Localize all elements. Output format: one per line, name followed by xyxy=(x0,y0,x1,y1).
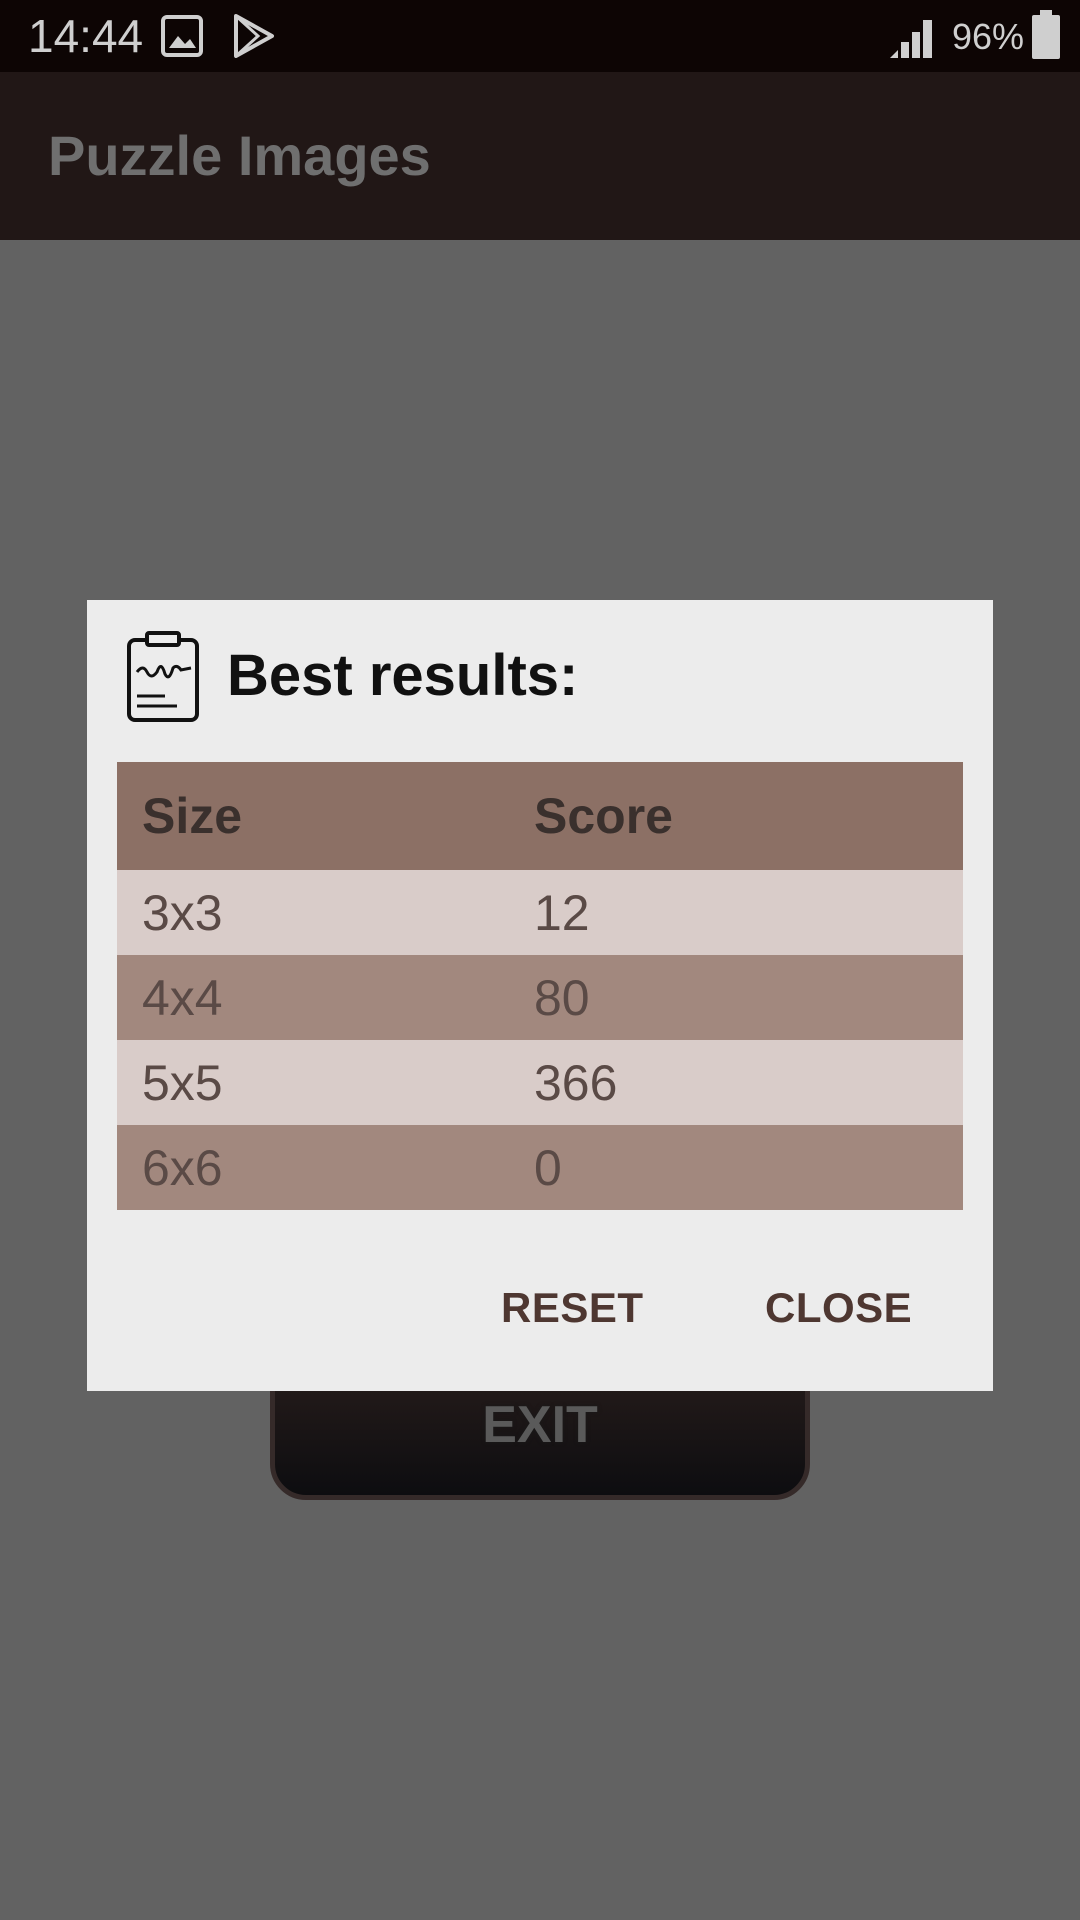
status-bar: 14:44 96% xyxy=(0,0,1080,72)
size-cell: 6x6 xyxy=(142,1139,223,1196)
table-row: 6x6 0 xyxy=(117,1125,963,1210)
image-icon xyxy=(161,15,203,57)
score-cell: 12 xyxy=(534,884,590,941)
results-table: Size Score 3x3 12 4x4 80 5x5 366 6x6 0 xyxy=(117,762,963,1210)
size-cell: 3x3 xyxy=(142,884,223,941)
score-cell: 0 xyxy=(534,1139,562,1196)
table-header: Size Score xyxy=(117,762,963,870)
app-bar: Puzzle Images xyxy=(0,72,1080,240)
header-score: Score xyxy=(534,788,673,844)
score-cell: 366 xyxy=(534,1054,618,1111)
header-size: Size xyxy=(142,788,243,844)
table-row: 5x5 366 xyxy=(117,1040,963,1125)
battery-percent: 96% xyxy=(952,16,1025,57)
dialog-title: Best results: xyxy=(227,643,579,708)
table-row: 4x4 80 xyxy=(117,955,963,1040)
reset-button[interactable]: RESET xyxy=(501,1268,644,1348)
size-cell: 4x4 xyxy=(142,969,223,1026)
score-cell: 80 xyxy=(534,969,590,1026)
size-cell: 5x5 xyxy=(142,1054,223,1111)
table-row: 3x3 12 xyxy=(117,870,963,955)
clipboard-icon xyxy=(127,631,199,722)
app-title: Puzzle Images xyxy=(48,124,431,187)
best-results-dialog: Best results: Size Score 3x3 12 4x4 80 5… xyxy=(87,600,993,1391)
battery-icon xyxy=(1032,10,1060,59)
signal-icon xyxy=(890,20,932,58)
status-time: 14:44 xyxy=(28,10,144,62)
play-store-icon xyxy=(234,14,274,58)
close-button[interactable]: CLOSE xyxy=(765,1268,912,1348)
